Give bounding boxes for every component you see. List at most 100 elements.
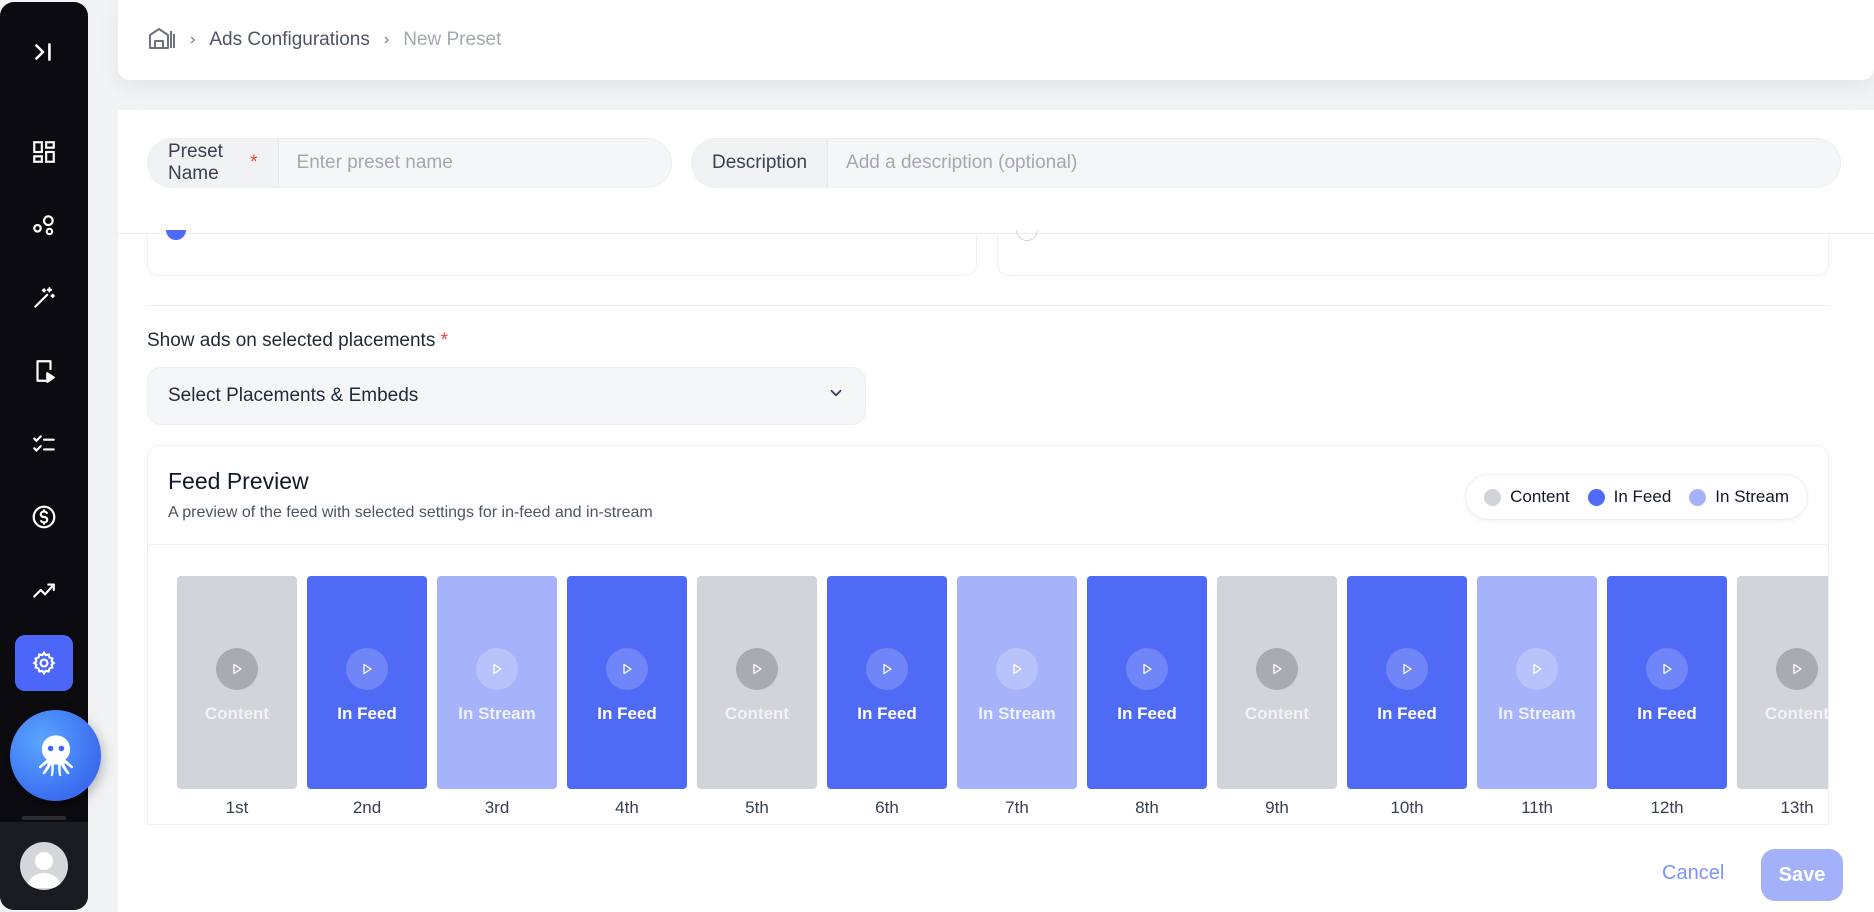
- play-icon: [1516, 647, 1558, 690]
- feed-tile-index: 12th: [1650, 798, 1684, 817]
- preview-divider: [148, 544, 1828, 545]
- play-icon: [1646, 647, 1688, 690]
- feed-tile-index: 5th: [745, 798, 769, 817]
- feed-preview: Feed Preview A preview of the feed with …: [147, 445, 1829, 825]
- home-icon[interactable]: [148, 26, 176, 55]
- feed-tile-column: In Feed 12th: [1607, 576, 1727, 818]
- feed-tile-label: Content: [1764, 703, 1829, 723]
- action-bar: [118, 825, 1874, 912]
- octopus-assistant-icon[interactable]: [10, 710, 101, 801]
- feed-tile-index: 6th: [875, 798, 899, 817]
- feed-tile-label: In Feed: [857, 703, 917, 723]
- feed-tile[interactable]: In Feed: [1607, 576, 1727, 789]
- dollar-icon[interactable]: [24, 497, 64, 537]
- magic-wand-icon[interactable]: [24, 278, 64, 318]
- description-input[interactable]: [828, 152, 1840, 174]
- feed-tile-label: In Stream: [1498, 703, 1576, 723]
- feed-tile-label: Content: [204, 703, 270, 723]
- section-divider: [147, 305, 1829, 306]
- feed-tile[interactable]: Content: [177, 576, 297, 789]
- play-icon: [736, 647, 778, 690]
- checklist-icon[interactable]: [24, 424, 64, 464]
- play-icon: [996, 647, 1038, 690]
- feed-tile[interactable]: In Feed: [1347, 576, 1467, 789]
- video-device-icon[interactable]: [24, 351, 64, 391]
- feed-tile[interactable]: In Stream: [437, 576, 557, 789]
- feed-preview-title: Feed Preview: [168, 468, 309, 494]
- collapse-icon[interactable]: [24, 32, 64, 72]
- feed-tile-label: Content: [724, 703, 790, 723]
- feed-tile[interactable]: In Feed: [827, 576, 947, 789]
- chevron-right-icon: ›: [383, 31, 390, 48]
- chevron-down-icon: [827, 384, 845, 408]
- preset-name-label: Preset Name *: [148, 139, 279, 187]
- network-icon[interactable]: [24, 205, 64, 245]
- feed-tile-index: 10th: [1390, 798, 1424, 817]
- placements-label: Show ads on selected placements *: [147, 330, 449, 351]
- play-icon: [1256, 647, 1298, 690]
- radio-unselected-icon[interactable]: [1016, 230, 1038, 241]
- feed-tiles: Content 1st In Feed 2nd In Stream 3rd In Feed 4…: [177, 576, 1829, 818]
- feed-tile[interactable]: Content: [1737, 576, 1829, 789]
- dashboard-icon[interactable]: [24, 132, 64, 172]
- play-icon: [1386, 647, 1428, 690]
- sidebar-divider: [22, 816, 66, 820]
- feed-tile-column: In Stream 3rd: [437, 576, 557, 818]
- feed-tile-column: In Stream 11th: [1477, 576, 1597, 818]
- feed-tile-index: 8th: [1135, 798, 1159, 817]
- feed-tile-label: In Feed: [597, 703, 657, 723]
- feed-tile-column: In Feed 2nd: [307, 576, 427, 818]
- feed-tile[interactable]: In Stream: [957, 576, 1077, 789]
- feed-tile[interactable]: Content: [1217, 576, 1337, 789]
- feed-tile-column: In Feed 8th: [1087, 576, 1207, 818]
- legend-item-in-stream: In Stream: [1689, 487, 1789, 507]
- feed-tile-label: In Feed: [1637, 703, 1697, 723]
- placements-select[interactable]: Select Placements & Embeds: [147, 367, 866, 425]
- play-icon: [866, 647, 908, 690]
- description-field: Description: [691, 138, 1841, 188]
- settings-icon[interactable]: [15, 635, 73, 691]
- feed-tile-index: 3rd: [484, 798, 510, 817]
- feed-tile-index: 1st: [225, 798, 249, 817]
- feed-tile-column: Content 9th: [1217, 576, 1337, 818]
- sidebar: [0, 2, 101, 910]
- feed-tile-index: 7th: [1005, 798, 1029, 817]
- play-icon: [606, 647, 648, 690]
- option-card[interactable]: [147, 230, 977, 276]
- feed-tile-label: In Feed: [1117, 703, 1177, 723]
- feed-preview-subtitle: A preview of the feed with selected sett…: [168, 504, 653, 521]
- option-card[interactable]: [997, 230, 1829, 276]
- breadcrumb: › Ads Configurations › New Preset: [118, 0, 1874, 80]
- feed-tile-label: In Feed: [1377, 703, 1437, 723]
- feed-tile[interactable]: In Stream: [1477, 576, 1597, 789]
- feed-tile-index: 9th: [1265, 798, 1289, 817]
- feed-tile-column: In Stream 7th: [957, 576, 1077, 818]
- feed-tile[interactable]: In Feed: [567, 576, 687, 789]
- play-icon: [1126, 647, 1168, 690]
- feed-tile[interactable]: In Feed: [1087, 576, 1207, 789]
- feed-tile[interactable]: In Feed: [307, 576, 427, 789]
- preset-name-input[interactable]: [278, 152, 671, 174]
- description-label: Description: [692, 139, 829, 187]
- feed-tile[interactable]: Content: [697, 576, 817, 789]
- feed-legend: Content In Feed In Stream: [1465, 474, 1808, 520]
- placements-select-value: Select Placements & Embeds: [168, 385, 419, 406]
- play-icon: [346, 647, 388, 690]
- analytics-icon[interactable]: [24, 570, 64, 610]
- feed-tile-label: Content: [1244, 703, 1310, 723]
- preset-name-field: Preset Name *: [147, 138, 672, 188]
- feed-tile-column: Content 13th: [1737, 576, 1829, 818]
- breadcrumb-current: New Preset: [403, 29, 502, 50]
- feed-tile-label: In Stream: [978, 703, 1056, 723]
- avatar[interactable]: [20, 842, 68, 890]
- breadcrumb-ads-configurations[interactable]: Ads Configurations: [209, 29, 370, 51]
- radio-selected-icon[interactable]: [166, 230, 186, 240]
- cancel-button[interactable]: Cancel: [1662, 862, 1724, 885]
- feed-tile-index: 13th: [1780, 798, 1814, 817]
- legend-item-content: Content: [1484, 487, 1570, 507]
- play-icon: [476, 647, 518, 690]
- feed-tile-column: In Feed 10th: [1347, 576, 1467, 818]
- save-button[interactable]: Save: [1761, 849, 1843, 901]
- feed-tile-index: 4th: [615, 798, 639, 817]
- feed-tile-column: In Feed 4th: [567, 576, 687, 818]
